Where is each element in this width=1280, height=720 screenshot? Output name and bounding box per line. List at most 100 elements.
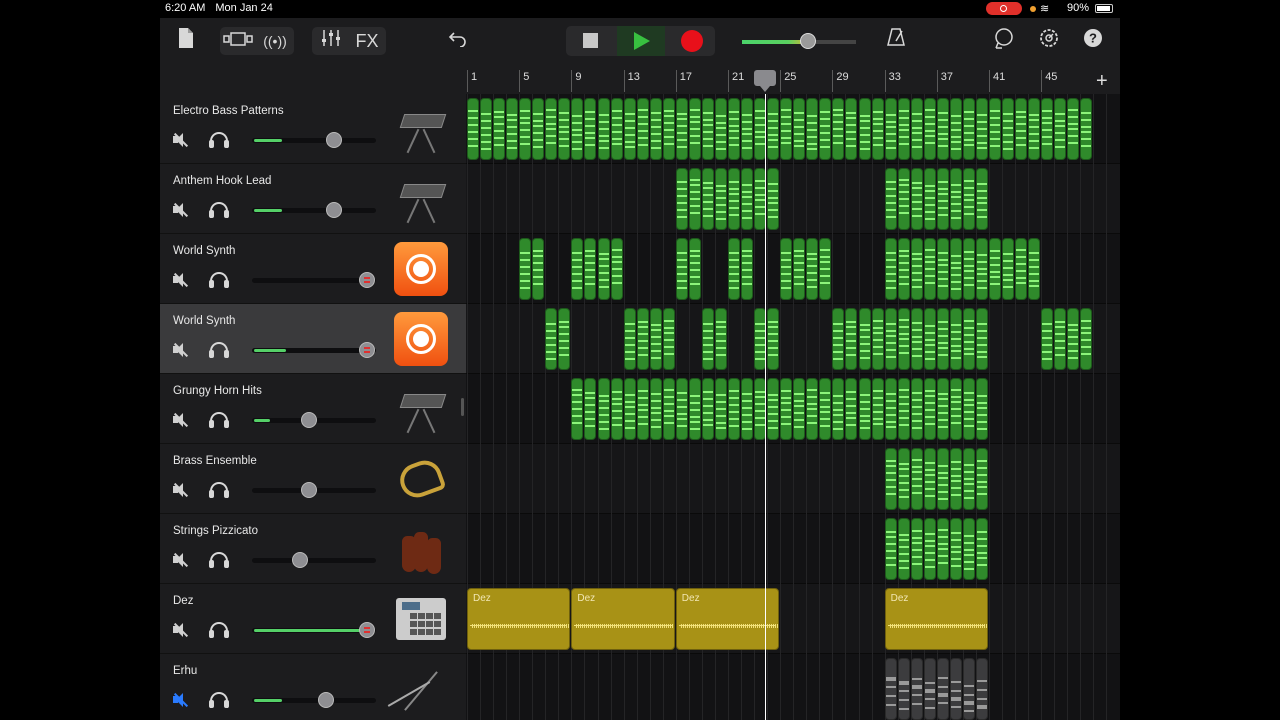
browser-icon[interactable] bbox=[222, 27, 254, 55]
midi-region[interactable] bbox=[806, 378, 819, 440]
midi-region[interactable] bbox=[741, 168, 754, 230]
midi-region[interactable] bbox=[858, 98, 871, 160]
midi-region[interactable] bbox=[897, 168, 910, 230]
midi-region[interactable] bbox=[780, 378, 793, 440]
midi-region[interactable] bbox=[989, 98, 1002, 160]
solo-headphones-icon[interactable] bbox=[208, 691, 230, 709]
midi-region[interactable] bbox=[728, 98, 741, 160]
mute-button[interactable] bbox=[170, 691, 190, 709]
midi-region[interactable] bbox=[714, 308, 727, 370]
midi-region[interactable] bbox=[975, 98, 988, 160]
midi-region[interactable] bbox=[662, 378, 675, 440]
midi-region[interactable] bbox=[480, 98, 493, 160]
midi-region[interactable] bbox=[975, 168, 988, 230]
midi-region[interactable] bbox=[584, 378, 597, 440]
midi-region[interactable] bbox=[1002, 98, 1015, 160]
muted-midi-region[interactable] bbox=[923, 658, 936, 720]
midi-region[interactable] bbox=[610, 238, 623, 300]
muted-midi-region[interactable] bbox=[910, 658, 923, 720]
midi-region[interactable] bbox=[728, 238, 741, 300]
track-header[interactable]: World Synth bbox=[160, 304, 466, 374]
midi-region[interactable] bbox=[936, 238, 949, 300]
midi-region[interactable] bbox=[910, 378, 923, 440]
midi-region[interactable] bbox=[545, 308, 558, 370]
track-volume-slider[interactable] bbox=[252, 412, 376, 428]
midi-region[interactable] bbox=[936, 448, 949, 510]
midi-region[interactable] bbox=[728, 168, 741, 230]
midi-region[interactable] bbox=[558, 308, 571, 370]
drum-machine-icon[interactable] bbox=[396, 598, 446, 640]
midi-region[interactable] bbox=[962, 518, 975, 580]
midi-region[interactable] bbox=[936, 378, 949, 440]
midi-region[interactable] bbox=[949, 518, 962, 580]
midi-region[interactable] bbox=[845, 378, 858, 440]
midi-region[interactable] bbox=[1041, 98, 1054, 160]
solo-headphones-icon[interactable] bbox=[208, 551, 230, 569]
midi-region[interactable] bbox=[662, 308, 675, 370]
midi-region[interactable] bbox=[1041, 308, 1054, 370]
midi-region[interactable] bbox=[962, 378, 975, 440]
midi-region[interactable] bbox=[767, 168, 780, 230]
midi-region[interactable] bbox=[1002, 238, 1015, 300]
midi-region[interactable] bbox=[1028, 98, 1041, 160]
midi-region[interactable] bbox=[819, 238, 832, 300]
erhu-icon[interactable] bbox=[387, 662, 448, 716]
world-synth-icon[interactable] bbox=[394, 312, 448, 366]
midi-region[interactable] bbox=[610, 98, 623, 160]
midi-region[interactable] bbox=[897, 308, 910, 370]
track-volume-slider[interactable] bbox=[252, 342, 376, 358]
midi-region[interactable] bbox=[884, 378, 897, 440]
midi-region[interactable] bbox=[910, 308, 923, 370]
midi-region[interactable] bbox=[649, 98, 662, 160]
midi-region[interactable] bbox=[975, 308, 988, 370]
master-volume-slider[interactable] bbox=[742, 33, 856, 49]
midi-region[interactable] bbox=[467, 98, 480, 160]
midi-region[interactable] bbox=[975, 378, 988, 440]
midi-region[interactable] bbox=[936, 98, 949, 160]
audio-region[interactable]: Dez bbox=[467, 588, 571, 650]
midi-region[interactable] bbox=[610, 378, 623, 440]
muted-midi-region[interactable] bbox=[962, 658, 975, 720]
midi-region[interactable] bbox=[884, 448, 897, 510]
add-section-button[interactable]: + bbox=[1096, 70, 1108, 92]
synth-keyboard-icon[interactable] bbox=[394, 382, 448, 436]
midi-region[interactable] bbox=[897, 518, 910, 580]
midi-region[interactable] bbox=[806, 98, 819, 160]
midi-region[interactable] bbox=[923, 518, 936, 580]
midi-region[interactable] bbox=[806, 238, 819, 300]
midi-region[interactable] bbox=[701, 168, 714, 230]
midi-region[interactable] bbox=[649, 378, 662, 440]
midi-region[interactable] bbox=[636, 378, 649, 440]
midi-region[interactable] bbox=[936, 308, 949, 370]
strings-icon[interactable] bbox=[394, 522, 448, 576]
solo-headphones-icon[interactable] bbox=[208, 481, 230, 499]
track-header[interactable]: World Synth bbox=[160, 234, 466, 304]
midi-region[interactable] bbox=[636, 308, 649, 370]
midi-region[interactable] bbox=[701, 98, 714, 160]
track-volume-slider[interactable] bbox=[252, 202, 376, 218]
midi-region[interactable] bbox=[741, 238, 754, 300]
muted-midi-region[interactable] bbox=[949, 658, 962, 720]
midi-region[interactable] bbox=[923, 308, 936, 370]
midi-region[interactable] bbox=[962, 308, 975, 370]
midi-region[interactable] bbox=[936, 518, 949, 580]
mute-button[interactable] bbox=[170, 481, 190, 499]
midi-region[interactable] bbox=[597, 378, 610, 440]
midi-region[interactable] bbox=[688, 98, 701, 160]
solo-headphones-icon[interactable] bbox=[208, 271, 230, 289]
midi-region[interactable] bbox=[910, 238, 923, 300]
midi-region[interactable] bbox=[558, 98, 571, 160]
midi-region[interactable] bbox=[688, 378, 701, 440]
midi-region[interactable] bbox=[884, 518, 897, 580]
midi-region[interactable] bbox=[675, 238, 688, 300]
midi-region[interactable] bbox=[962, 448, 975, 510]
midi-region[interactable] bbox=[780, 238, 793, 300]
midi-region[interactable] bbox=[649, 308, 662, 370]
track-volume-knob[interactable] bbox=[325, 202, 342, 218]
track-volume-knob[interactable] bbox=[359, 622, 376, 638]
midi-region[interactable] bbox=[1067, 308, 1080, 370]
midi-region[interactable] bbox=[623, 98, 636, 160]
solo-headphones-icon[interactable] bbox=[208, 131, 230, 149]
metronome-icon[interactable] bbox=[884, 27, 908, 55]
track-header-resize-handle[interactable] bbox=[461, 398, 464, 416]
